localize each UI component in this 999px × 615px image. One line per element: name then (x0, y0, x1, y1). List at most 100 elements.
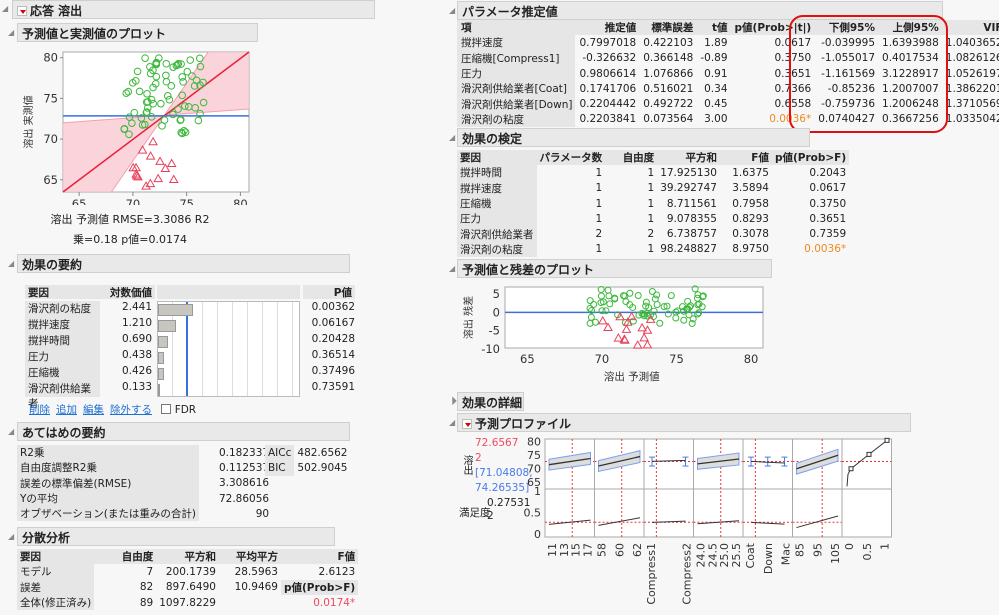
collapse-icon[interactable]: ◢ (449, 6, 455, 15)
table-row: 滑沢剤の粘度 1 1 98.248827 8.9750 0.0036* (457, 241, 849, 258)
y-tick-label: -5 (489, 324, 500, 338)
table-cell: 0.7359 (809, 228, 847, 241)
table-row: R2乗 0.182337 (17, 445, 272, 461)
table-cell: 0.34 (704, 82, 728, 95)
table-cell: 0.3750 (809, 197, 847, 210)
header-row: 要因 パラメータ数 自由度 平方和 F値 p値(Prob>F) (457, 150, 850, 166)
collapse-icon[interactable]: ◢ (8, 28, 14, 37)
logworth-bar (158, 384, 160, 396)
profiler-y-tick: 80 (527, 436, 541, 449)
desirability-cell (594, 488, 645, 538)
x-tick-label: 80 (233, 197, 248, 205)
table-cell: 3.5894 (732, 182, 769, 195)
table-row: 全体(修正済み) 89 1097.8229 0.0174* (17, 594, 358, 611)
profiler-y-tick: 75 (527, 449, 541, 462)
table-cell: 滑沢剤供給業者[Down] (457, 96, 576, 112)
table-cell: 圧力 (457, 65, 576, 82)
column-header: 要因 (17, 549, 95, 565)
logworth-bar (158, 304, 194, 316)
table-cell: 9.078355 (666, 212, 717, 225)
table-cell: 圧縮機[Compress1] (457, 50, 576, 66)
column-header: p値(Prob>F) (771, 150, 850, 166)
actual-plot-header[interactable]: 予測値と実測値のプロット (17, 23, 258, 42)
effect-summary-header[interactable]: 効果の要約 (17, 254, 350, 273)
profiler-x-tick: 0 (843, 543, 856, 550)
p-value: 0.20428 (311, 333, 355, 345)
fit-label: R2乗 (17, 445, 199, 461)
collapse-icon[interactable]: ◢ (449, 133, 455, 142)
add-link[interactable]: 追加 (56, 404, 77, 416)
table-cell: 滑沢剤供給業者[Coat] (457, 81, 576, 97)
collapse-icon[interactable]: ◢ (2, 4, 8, 13)
logworth-value: 1.210 (121, 317, 152, 329)
red-triangle-menu-icon[interactable] (17, 6, 27, 16)
fit-summary-header[interactable]: あてはめの要約 (17, 422, 350, 441)
expand-icon[interactable]: ◢ (447, 395, 458, 406)
residual-plot-header[interactable]: 予測値と残差のプロット (457, 259, 772, 278)
x-tick-label: 75 (669, 352, 684, 366)
profiler-x-tick: 58 (596, 543, 609, 557)
profiler-header[interactable]: 予測プロファイル (457, 413, 911, 432)
anova-header[interactable]: 分散分析 (17, 527, 335, 546)
table-cell: 1 (647, 166, 655, 179)
logworth-value: 2.441 (121, 301, 152, 313)
collapse-icon[interactable]: ◢ (8, 427, 14, 436)
column-header: 平均平方 (218, 549, 281, 565)
profiler-title: 予測プロファイル (475, 417, 572, 431)
effect-source: 圧縮機 (25, 365, 100, 381)
table-cell: 0.9806614 (579, 67, 637, 80)
effect-source: 撹拌時間 (25, 333, 100, 349)
collapse-icon[interactable]: ◢ (8, 259, 14, 268)
table-cell: 0.7997018 (579, 36, 637, 49)
table-row: 滑沢剤供給業者 2 2 6.738757 0.3078 0.7359 (457, 226, 849, 242)
table-cell: 0.3651 (809, 212, 847, 225)
table-cell: 1 (647, 212, 655, 225)
desirability-cell (792, 488, 843, 538)
response-title: 応答 溶出 (30, 4, 83, 18)
table-cell: 0.2203841 (579, 113, 637, 126)
remove-link[interactable]: 削除 (29, 404, 50, 416)
y-tick-label: -10 (481, 342, 500, 356)
collapse-icon[interactable]: ◢ (8, 532, 14, 541)
p-value: 0.37496 (311, 365, 355, 377)
table-cell: 2 (647, 228, 655, 241)
p-value: 0.00362 (311, 301, 355, 313)
y-axis-label: 溶出 残差 (462, 296, 475, 339)
table-cell: 撹拌速度 (457, 180, 537, 196)
table-cell: -0.89 (700, 52, 728, 65)
response-header[interactable]: 応答 溶出 (12, 0, 375, 19)
profiler-cell (841, 438, 892, 490)
fit-label: オブザベーション(または重みの合計) (17, 506, 199, 522)
plot-caption-1: 溶出 予測値 RMSE=3.3086 R2 (50, 213, 210, 226)
edit-link[interactable]: 編集 (83, 404, 104, 416)
desirability-handle (866, 451, 872, 457)
table-cell: 2.6123 (318, 565, 356, 578)
table-cell: 1.0335042 (945, 113, 999, 126)
logworth-value: 0.438 (121, 349, 152, 361)
fdr-checkbox[interactable] (161, 404, 172, 414)
fit-summary-table: R2乗 0.182337 自由度調整R2乗 0.112537 誤差の標準偏差(RMSE)… (17, 445, 272, 522)
profiler-x-tick: 1 (879, 543, 892, 550)
table-cell: 0.516021 (643, 82, 694, 95)
effect-source: 滑沢剤の粘度 (25, 301, 100, 317)
desirability-tick: 0.5 (524, 507, 542, 520)
collapse-icon[interactable]: ◢ (449, 264, 455, 273)
x-axis-label: 溶出 予測値 (604, 370, 660, 383)
table-row: 圧力 1 1 9.078355 0.8293 0.3651 (457, 211, 849, 227)
table-cell: 0.1741706 (579, 82, 637, 95)
desirability-cell (643, 488, 694, 538)
criterion-label: BIC (265, 460, 295, 476)
y-tick-label: 80 (43, 51, 58, 65)
p-value: 0.06167 (311, 317, 355, 329)
desirability-cell (841, 488, 892, 538)
profiler-x-tick: 25.5 (730, 543, 743, 568)
exclude-link[interactable]: 除外する (110, 404, 152, 416)
effect-tests-header[interactable]: 効果の検定 (457, 128, 810, 147)
effect-details-header[interactable]: 効果の詳細 (457, 392, 524, 411)
fit-label: Yの平均 (17, 490, 199, 507)
collapse-icon[interactable]: ◢ (449, 418, 455, 427)
fit-value: 0.112537 (218, 461, 270, 474)
table-row: 誤差の標準偏差(RMSE) 3.308616 (17, 475, 272, 491)
table-cell: 82 (139, 581, 154, 594)
red-triangle-menu-icon[interactable] (462, 419, 472, 429)
